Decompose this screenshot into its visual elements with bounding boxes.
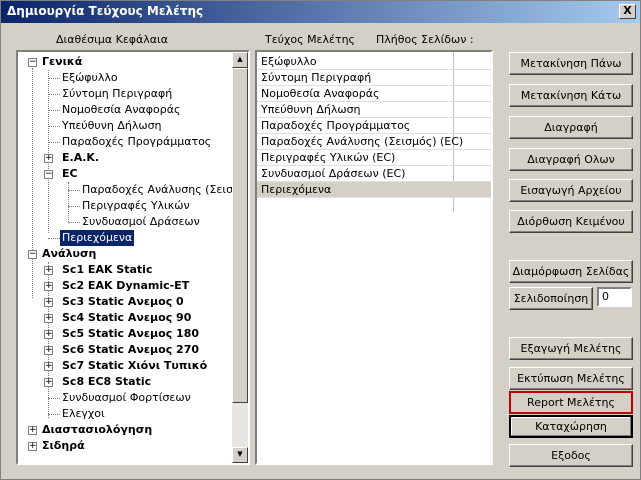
tree-node-sc2[interactable]: Sc2 EAK Dynamic-ET (62, 278, 189, 294)
close-button[interactable]: X (619, 4, 636, 19)
list-item[interactable]: Υπεύθυνη Δήλωση (257, 102, 491, 118)
move-up-button[interactable]: Μετακίνηση Πάνω (509, 52, 633, 75)
list-item[interactable]: Περιεχόμενα (257, 182, 491, 198)
import-file-button[interactable]: Εισαγωγή Αρχείου (509, 179, 633, 202)
tree-scrollbar[interactable]: ▲ ▼ (232, 52, 248, 463)
print-button[interactable]: Εκτύπωση Μελέτης (509, 367, 633, 390)
title-bar: Δημιουργία Τεύχους Μελέτης X (1, 1, 640, 23)
expand-icon[interactable]: + (44, 378, 53, 387)
tree-node-ec-combinations[interactable]: Συνδυασμοί Δράσεων (82, 214, 200, 230)
scroll-down-icon[interactable]: ▼ (232, 447, 248, 463)
dialog-window: Δημιουργία Τεύχους Μελέτης X Διαθέσιμα Κ… (0, 0, 641, 480)
scroll-up-icon[interactable]: ▲ (232, 52, 248, 68)
page-number-input[interactable]: 0 (597, 287, 632, 307)
delete-all-button[interactable]: Διαγραφή Ολων (509, 148, 633, 171)
paginate-button[interactable]: Σελιδοποίηση (509, 287, 593, 310)
tree-node-ec-analysis[interactable]: Παραδοχές Ανάλυσης (Σεισμός) (82, 182, 232, 198)
tree-node-legislation[interactable]: Νομοθεσία Αναφοράς (62, 102, 180, 118)
expand-icon[interactable]: + (44, 282, 53, 291)
collapse-icon[interactable]: − (44, 170, 53, 179)
tree-node-checks[interactable]: Ελεγχοι (62, 406, 105, 422)
tree-node-sc7[interactable]: Sc7 Static Χιόνι Τυπικό (62, 358, 207, 374)
tree-node-declaration[interactable]: Υπεύθυνη Δήλωση (62, 118, 162, 134)
expand-icon[interactable]: + (44, 314, 53, 323)
tree-node-assumptions[interactable]: Παραδοχές Προγράμματος (62, 134, 211, 150)
tree-node-sc5[interactable]: Sc5 Static Ανεμος 180 (62, 326, 199, 342)
tree-node-dimensioning[interactable]: Διαστασιολόγηση (42, 422, 152, 438)
save-button[interactable]: Καταχώρηση (509, 415, 633, 438)
tree-node-contents[interactable]: Περιεχόμενα (60, 230, 135, 246)
tree-node-sc4[interactable]: Sc4 Static Ανεμος 90 (62, 310, 191, 326)
report-volume-label: Τεύχος Μελέτης (265, 33, 356, 46)
list-item[interactable]: Εξώφυλλο (257, 54, 491, 70)
tree-node-ec[interactable]: EC (62, 166, 78, 182)
page-count-label: Πλήθος Σελίδων : (376, 33, 474, 46)
tree-node-cover[interactable]: Εξώφυλλο (62, 70, 118, 86)
exit-button[interactable]: Εξοδος (509, 444, 633, 467)
list-item[interactable]: Νομοθεσία Αναφοράς (257, 86, 491, 102)
expand-icon[interactable]: + (44, 298, 53, 307)
expand-icon[interactable]: + (44, 362, 53, 371)
expand-icon[interactable]: + (44, 266, 53, 275)
tree-node-sc6[interactable]: Sc6 Static Ανεμος 270 (62, 342, 199, 358)
list-item[interactable]: Συνδυασμοί Δράσεων (EC) (257, 166, 491, 182)
window-title: Δημιουργία Τεύχους Μελέτης (7, 4, 204, 18)
move-down-button[interactable]: Μετακίνηση Κάτω (509, 84, 633, 107)
edit-text-button[interactable]: Διόρθωση Κειμένου (509, 210, 633, 233)
tree-node-ec-materials[interactable]: Περιγραφές Υλικών (82, 198, 190, 214)
tree-node-general[interactable]: Γενικά (42, 54, 82, 70)
page-setup-button[interactable]: Διαμόρφωση Σελίδας (509, 260, 633, 283)
tree-node-analysis[interactable]: Ανάλυση (42, 246, 96, 262)
list-item[interactable]: Παραδοχές Προγράμματος (257, 118, 491, 134)
delete-button[interactable]: Διαγραφή (509, 116, 633, 139)
chapters-tree[interactable]: − Γενικά Εξώφυλλο Σύντομη Περιγραφή Νομο… (16, 50, 250, 465)
available-chapters-label: Διαθέσιμα Κεφάλαια (56, 33, 169, 46)
expand-icon[interactable]: + (44, 346, 53, 355)
expand-icon[interactable]: + (44, 154, 53, 163)
expand-icon[interactable]: + (28, 426, 37, 435)
collapse-icon[interactable]: − (28, 250, 37, 259)
collapse-icon[interactable]: − (28, 58, 37, 67)
tree-node-sc8[interactable]: Sc8 EC8 Static (62, 374, 151, 390)
export-button[interactable]: Εξαγωγή Μελέτης (509, 337, 633, 360)
tree-node-rebar[interactable]: Σιδηρά (42, 438, 85, 454)
list-item[interactable]: Παραδοχές Ανάλυσης (Σεισμός) (EC) (257, 134, 491, 150)
tree-node-summary[interactable]: Σύντομη Περιγραφή (62, 86, 172, 102)
tree-node-load-combinations[interactable]: Συνδυασμοί Φορτίσεων (62, 390, 191, 406)
expand-icon[interactable]: + (28, 442, 37, 451)
tree-node-sc3[interactable]: Sc3 Static Ανεμος 0 (62, 294, 184, 310)
list-item[interactable]: Σύντομη Περιγραφή (257, 70, 491, 86)
expand-icon[interactable]: + (44, 330, 53, 339)
scroll-thumb[interactable] (232, 68, 248, 403)
list-item[interactable]: Περιγραφές Υλικών (EC) (257, 150, 491, 166)
tree-node-sc1[interactable]: Sc1 EAK Static (62, 262, 152, 278)
report-volume-list[interactable]: Εξώφυλλο Σύντομη Περιγραφή Νομοθεσία Ανα… (255, 50, 493, 465)
tree-node-eak[interactable]: Ε.Α.Κ. (62, 150, 99, 166)
report-button[interactable]: Report Μελέτης (509, 391, 633, 414)
